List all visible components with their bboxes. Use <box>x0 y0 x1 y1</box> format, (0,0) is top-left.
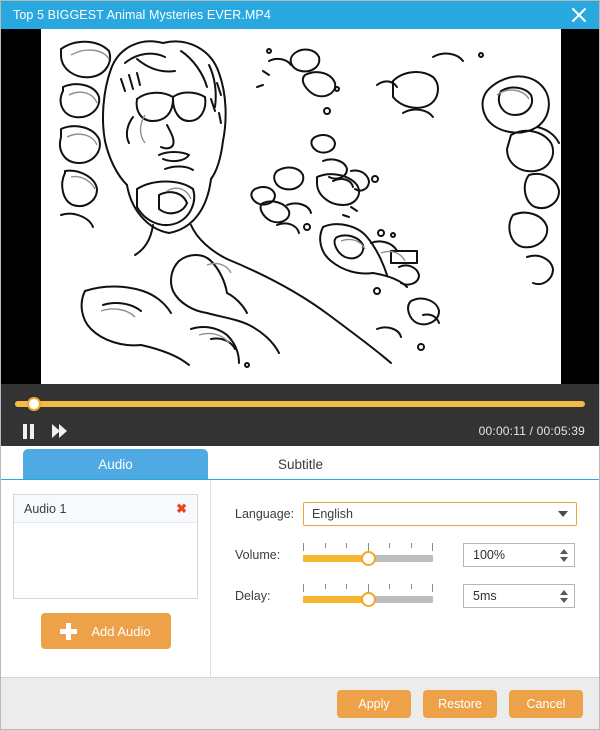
delay-value: 5ms <box>473 589 497 603</box>
delay-label: Delay: <box>235 589 271 603</box>
delay-slider-fill <box>303 596 368 603</box>
volume-value: 100% <box>473 548 505 562</box>
add-audio-button[interactable]: Add Audio <box>40 613 171 649</box>
video-frame-sketch <box>41 29 561 384</box>
window-title: Top 5 BIGGEST Animal Mysteries EVER.MP4 <box>13 8 271 22</box>
language-row: Language: English <box>235 502 577 526</box>
pause-icon <box>22 423 35 439</box>
spin-down-icon[interactable] <box>560 597 568 603</box>
fast-forward-icon <box>52 424 68 438</box>
chevron-down-icon <box>558 511 568 517</box>
tab-bar: Audio Subtitle <box>1 446 599 480</box>
sketch-artwork <box>41 29 561 384</box>
close-button[interactable] <box>559 1 599 29</box>
cancel-button[interactable]: Cancel <box>509 689 583 718</box>
volume-slider-handle[interactable] <box>361 551 376 566</box>
video-settings-window: Top 5 BIGGEST Animal Mysteries EVER.MP4 <box>0 0 600 730</box>
progress-handle[interactable] <box>26 397 41 411</box>
close-icon <box>572 8 586 22</box>
video-preview[interactable] <box>1 29 599 384</box>
language-label: Language: <box>235 507 295 521</box>
tab-subtitle[interactable]: Subtitle <box>208 449 393 479</box>
delay-slider[interactable] <box>303 584 433 608</box>
volume-slider-fill <box>303 555 368 562</box>
progress-slider[interactable] <box>15 397 585 411</box>
volume-slider[interactable] <box>303 543 433 567</box>
delay-slider-ticks <box>303 584 433 592</box>
pause-button[interactable] <box>15 418 41 444</box>
audio-track-list[interactable]: Audio 1 ✖ <box>13 494 198 599</box>
dialog-footer: Apply Restore Cancel <box>1 677 599 729</box>
audio-settings-panel: Language: English Volume: 100% Delay: 5m… <box>211 480 599 677</box>
spin-up-icon[interactable] <box>560 589 568 595</box>
delay-row: Delay: 5ms <box>235 584 577 608</box>
spin-up-icon[interactable] <box>560 548 568 554</box>
plus-icon <box>60 622 78 640</box>
volume-label: Volume: <box>235 548 281 562</box>
apply-button[interactable]: Apply <box>337 689 411 718</box>
audio-track-label: Audio 1 <box>24 501 67 516</box>
audio-track-panel: Audio 1 ✖ Add Audio <box>1 480 211 677</box>
delay-spin-arrows[interactable] <box>560 589 568 603</box>
list-item[interactable]: Audio 1 ✖ <box>14 495 197 523</box>
restore-button[interactable]: Restore <box>423 689 497 718</box>
volume-stepper[interactable]: 100% <box>463 543 575 567</box>
time-display: 00:00:11 / 00:05:39 <box>478 424 585 438</box>
volume-spin-arrows[interactable] <box>560 548 568 562</box>
delay-stepper[interactable]: 5ms <box>463 584 575 608</box>
remove-track-icon[interactable]: ✖ <box>176 502 187 515</box>
player-control-bar: 00:00:11 / 00:05:39 <box>1 384 599 446</box>
fast-forward-button[interactable] <box>47 418 73 444</box>
spin-down-icon[interactable] <box>560 556 568 562</box>
delay-slider-handle[interactable] <box>361 592 376 607</box>
language-select[interactable]: English <box>303 502 577 526</box>
volume-row: Volume: 100% <box>235 543 577 567</box>
title-bar: Top 5 BIGGEST Animal Mysteries EVER.MP4 <box>1 1 599 29</box>
language-value: English <box>312 507 353 521</box>
settings-body: Audio 1 ✖ Add Audio Language: English Vo… <box>1 480 599 677</box>
add-audio-label: Add Audio <box>91 623 151 639</box>
volume-slider-ticks <box>303 543 433 551</box>
player-buttons-row: 00:00:11 / 00:05:39 <box>15 418 585 444</box>
tab-audio[interactable]: Audio <box>23 449 208 479</box>
